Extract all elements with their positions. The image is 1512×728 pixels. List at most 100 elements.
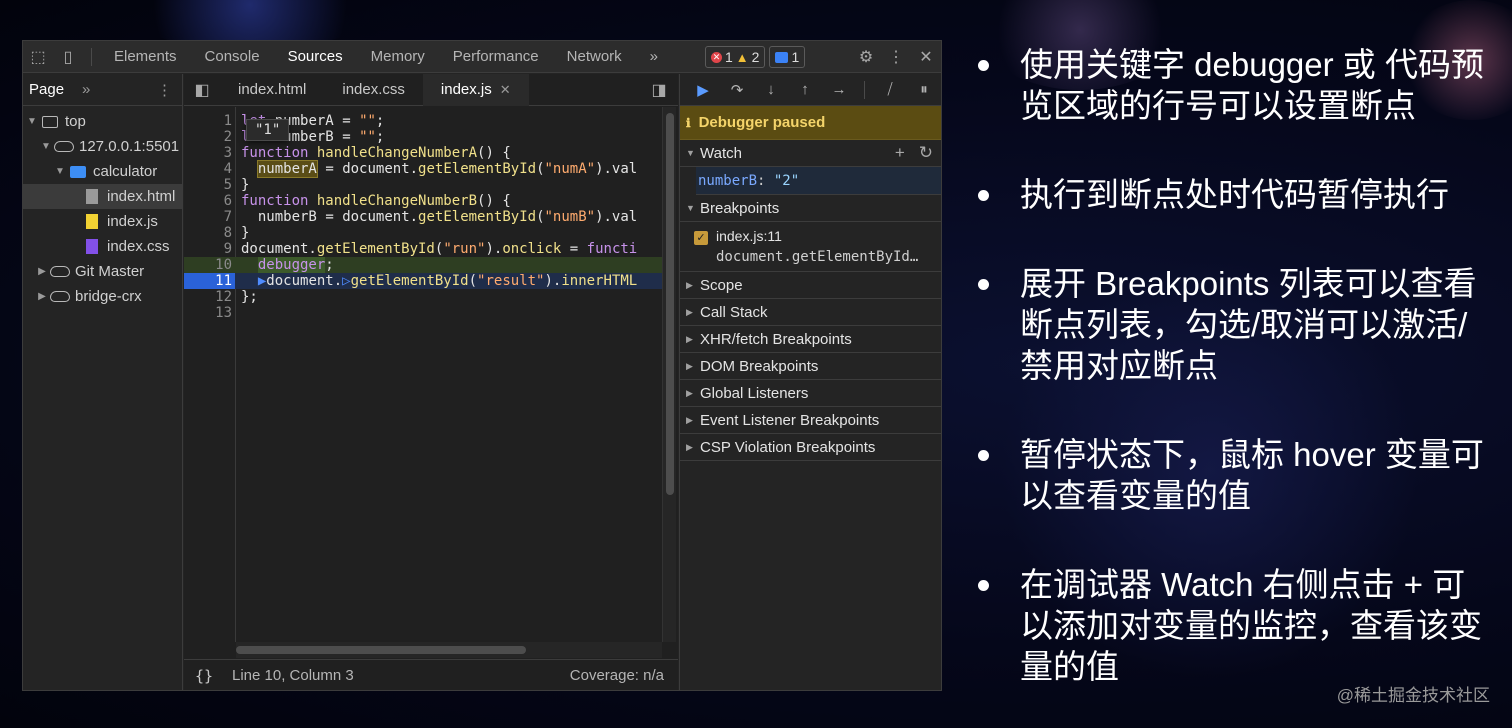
- line-number[interactable]: 4: [184, 161, 232, 177]
- add-watch-icon[interactable]: +: [895, 143, 905, 163]
- more-options-icon[interactable]: ⋮: [881, 41, 911, 73]
- section-dom-breakpoints[interactable]: ▶ DOM Breakpoints: [680, 353, 941, 380]
- step-into-icon[interactable]: ↓: [754, 74, 788, 106]
- tab-memory[interactable]: Memory: [357, 41, 439, 73]
- bullet-item: 使用关键字 debugger 或 代码预览区域的行号可以设置断点: [978, 44, 1488, 126]
- code-line: 9 document.getElementById("run").onclick …: [184, 241, 662, 257]
- messages-badge[interactable]: 1: [769, 46, 806, 68]
- scrollbar-thumb[interactable]: [236, 646, 526, 654]
- code-line: 10 debugger;: [184, 257, 662, 273]
- breakpoint-line-number[interactable]: 11: [184, 273, 235, 289]
- navigator-menu-icon[interactable]: ⋮: [157, 81, 172, 99]
- line-number[interactable]: 13: [184, 305, 232, 321]
- section-call-stack[interactable]: ▶ Call Stack: [680, 299, 941, 326]
- tree-item-top[interactable]: ▼ top: [23, 109, 182, 134]
- section-xhr-breakpoints[interactable]: ▶ XHR/fetch Breakpoints: [680, 326, 941, 353]
- section-global-listeners[interactable]: ▶ Global Listeners: [680, 380, 941, 407]
- file-tab-index-js[interactable]: index.js ✕: [422, 73, 529, 106]
- tab-performance[interactable]: Performance: [439, 41, 553, 73]
- tree-item-index-css[interactable]: index.css: [23, 234, 182, 259]
- tab-console[interactable]: Console: [191, 41, 274, 73]
- file-tab-index-html[interactable]: index.html: [220, 74, 324, 106]
- scrollbar-thumb[interactable]: [666, 113, 674, 495]
- step-icon[interactable]: →: [822, 74, 856, 106]
- section-label: DOM Breakpoints: [700, 357, 819, 375]
- section-scope[interactable]: ▶ Scope: [680, 272, 941, 299]
- breakpoint-checkbox[interactable]: ✓: [694, 231, 708, 245]
- collapse-arrow-icon: ▼: [686, 148, 695, 158]
- code-line: 6 function handleChangeNumberB() {: [184, 193, 662, 209]
- code-line: 5}: [184, 177, 662, 193]
- device-toggle-icon[interactable]: ▯: [53, 41, 83, 73]
- watch-expression-value: "2": [773, 172, 800, 189]
- tree-item-label: index.css: [107, 238, 170, 255]
- pause-on-exceptions-icon[interactable]: ⏸: [907, 74, 941, 106]
- breakpoint-code: document.getElementById…: [716, 249, 919, 265]
- inspect-element-icon[interactable]: ⬚: [23, 41, 53, 73]
- line-number[interactable]: 10: [184, 257, 232, 273]
- expand-arrow-icon[interactable]: ▶: [35, 266, 49, 277]
- tree-item-bridge-crx[interactable]: ▶ bridge-crx: [23, 284, 182, 309]
- file-tab-label: index.js: [440, 81, 492, 98]
- pretty-print-button[interactable]: {}: [184, 667, 224, 685]
- cloud-icon: [53, 141, 75, 152]
- tree-item-label: top: [65, 113, 86, 130]
- line-number[interactable]: 8: [184, 225, 232, 241]
- bullet-dot: [978, 450, 989, 461]
- line-number[interactable]: 5: [184, 177, 232, 193]
- resume-icon[interactable]: ▶: [686, 74, 720, 106]
- close-icon[interactable]: ✕: [911, 41, 941, 73]
- tree-item-git-master[interactable]: ▶ Git Master: [23, 259, 182, 284]
- line-number[interactable]: 6: [184, 193, 232, 209]
- horizontal-scrollbar[interactable]: [236, 642, 662, 658]
- js-file-icon: [81, 214, 103, 229]
- line-number[interactable]: 7: [184, 209, 232, 225]
- vertical-scrollbar[interactable]: [662, 107, 676, 642]
- settings-gear-icon[interactable]: ⚙: [851, 41, 881, 73]
- expand-arrow-icon: ▶: [686, 387, 693, 398]
- watch-expression[interactable]: numberB: "2": [696, 167, 941, 195]
- tab-page[interactable]: Page: [29, 81, 64, 98]
- close-tab-icon[interactable]: ✕: [500, 82, 511, 98]
- tree-item-index-js[interactable]: index.js: [23, 209, 182, 234]
- step-out-icon[interactable]: ↑: [788, 74, 822, 106]
- expand-arrow-icon[interactable]: ▶: [35, 291, 49, 302]
- line-number[interactable]: 9: [184, 241, 232, 257]
- line-number[interactable]: 3: [184, 145, 232, 161]
- toggle-debugger-icon[interactable]: ◨: [644, 74, 674, 106]
- expand-arrow-icon[interactable]: ▼: [53, 166, 67, 177]
- code-line: 3 function handleChangeNumberA() {: [184, 145, 662, 161]
- line-number[interactable]: 2: [184, 129, 232, 145]
- tree-item-host[interactable]: ▼ 127.0.0.1:5501: [23, 134, 182, 159]
- tab-elements[interactable]: Elements: [100, 41, 191, 73]
- toggle-navigator-icon[interactable]: ◧: [184, 74, 220, 106]
- warning-count: 2: [751, 49, 760, 65]
- tab-network[interactable]: Network: [553, 41, 636, 73]
- tree-item-label: Git Master: [75, 263, 145, 280]
- more-tabs-button[interactable]: »: [636, 41, 672, 73]
- paused-label: Debugger paused: [698, 114, 826, 131]
- breakpoints-section-header[interactable]: ▼ Breakpoints: [680, 195, 941, 222]
- refresh-icon[interactable]: ↻: [919, 143, 933, 163]
- line-number[interactable]: 12: [184, 289, 232, 305]
- navigator-header: Page » ⋮: [23, 74, 182, 106]
- navigator-more-button[interactable]: »: [82, 81, 90, 98]
- toolbar-divider: [91, 47, 92, 66]
- step-over-icon[interactable]: ↷: [720, 74, 754, 106]
- file-tab-index-css[interactable]: index.css: [324, 74, 423, 106]
- watch-section-header[interactable]: ▼ Watch + ↻: [680, 140, 941, 167]
- code-view[interactable]: 1let numberA = ""; 2let numberB = ""; 3f…: [184, 107, 662, 642]
- expand-arrow-icon[interactable]: ▼: [25, 116, 39, 127]
- expand-arrow-icon: ▶: [686, 414, 693, 425]
- error-warning-badge[interactable]: ✕ 1 ▲ 2: [705, 46, 766, 68]
- tree-item-index-html[interactable]: index.html: [23, 184, 182, 209]
- deactivate-breakpoints-icon[interactable]: ⧸: [873, 74, 907, 106]
- section-csp-violation-breakpoints[interactable]: ▶ CSP Violation Breakpoints: [680, 434, 941, 461]
- expand-arrow-icon: ▶: [686, 279, 693, 290]
- expand-arrow-icon[interactable]: ▼: [39, 141, 53, 152]
- tree-item-calculator[interactable]: ▼ calculator: [23, 159, 182, 184]
- line-number[interactable]: 1: [184, 113, 232, 129]
- breakpoint-item[interactable]: ✓ index.js:11 document.getElementById…: [680, 222, 941, 272]
- section-event-listener-breakpoints[interactable]: ▶ Event Listener Breakpoints: [680, 407, 941, 434]
- tab-sources[interactable]: Sources: [274, 41, 357, 73]
